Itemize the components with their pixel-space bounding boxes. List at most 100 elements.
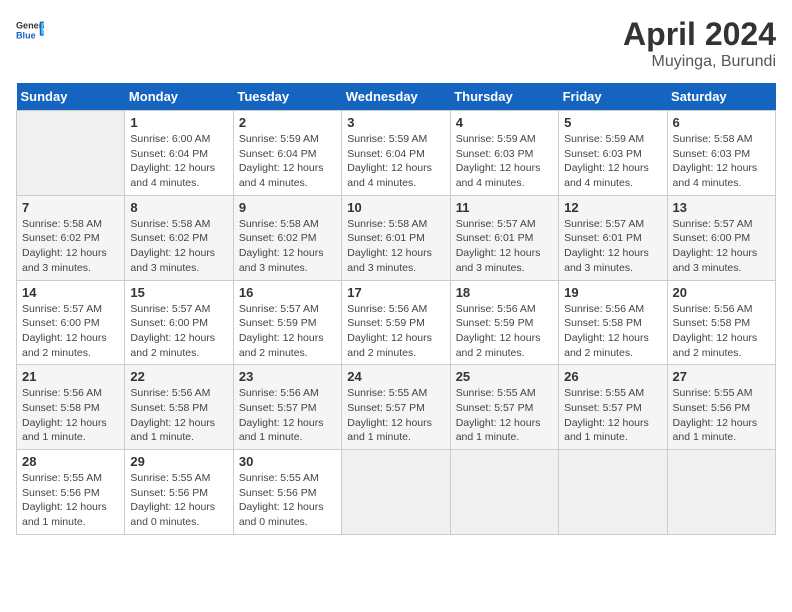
- calendar-cell: 28 Sunrise: 5:55 AMSunset: 5:56 PMDayligh…: [17, 450, 125, 535]
- day-info: Sunrise: 5:58 AMSunset: 6:02 PMDaylight:…: [130, 217, 227, 276]
- calendar-cell: 11 Sunrise: 5:57 AMSunset: 6:01 PMDayligh…: [450, 195, 558, 280]
- day-number: 1: [130, 115, 227, 130]
- day-info: Sunrise: 5:59 AMSunset: 6:04 PMDaylight:…: [347, 132, 444, 191]
- day-number: 3: [347, 115, 444, 130]
- calendar-cell: 9 Sunrise: 5:58 AMSunset: 6:02 PMDaylight…: [233, 195, 341, 280]
- day-info: Sunrise: 5:55 AMSunset: 5:56 PMDaylight:…: [22, 471, 119, 530]
- day-number: 26: [564, 369, 661, 384]
- day-info: Sunrise: 5:58 AMSunset: 6:02 PMDaylight:…: [22, 217, 119, 276]
- day-info: Sunrise: 5:55 AMSunset: 5:56 PMDaylight:…: [673, 386, 770, 445]
- day-number: 14: [22, 285, 119, 300]
- calendar-cell: 20 Sunrise: 5:56 AMSunset: 5:58 PMDayligh…: [667, 280, 775, 365]
- calendar-cell: [559, 450, 667, 535]
- day-number: 16: [239, 285, 336, 300]
- day-info: Sunrise: 5:57 AMSunset: 6:01 PMDaylight:…: [456, 217, 553, 276]
- day-info: Sunrise: 5:57 AMSunset: 5:59 PMDaylight:…: [239, 302, 336, 361]
- calendar-cell: 22 Sunrise: 5:56 AMSunset: 5:58 PMDayligh…: [125, 365, 233, 450]
- header-cell-saturday: Saturday: [667, 83, 775, 111]
- calendar-cell: [667, 450, 775, 535]
- calendar-cell: 17 Sunrise: 5:56 AMSunset: 5:59 PMDayligh…: [342, 280, 450, 365]
- week-row-4: 21Sunrise: 5:56 AMSunset: 5:58 PMDayligh…: [17, 365, 776, 450]
- day-number: 29: [130, 454, 227, 469]
- header-cell-tuesday: Tuesday: [233, 83, 341, 111]
- calendar-cell: 2 Sunrise: 5:59 AMSunset: 6:04 PMDaylight…: [233, 111, 341, 196]
- calendar-cell: 19 Sunrise: 5:56 AMSunset: 5:58 PMDayligh…: [559, 280, 667, 365]
- calendar-cell: 21Sunrise: 5:56 AMSunset: 5:58 PMDayligh…: [17, 365, 125, 450]
- calendar-cell: 18 Sunrise: 5:56 AMSunset: 5:59 PMDayligh…: [450, 280, 558, 365]
- day-info: Sunrise: 5:56 AMSunset: 5:57 PMDaylight:…: [239, 386, 336, 445]
- calendar-cell: 29 Sunrise: 5:55 AMSunset: 5:56 PMDayligh…: [125, 450, 233, 535]
- day-info: Sunrise: 5:59 AMSunset: 6:03 PMDaylight:…: [564, 132, 661, 191]
- calendar-cell: 7 Sunrise: 5:58 AMSunset: 6:02 PMDaylight…: [17, 195, 125, 280]
- day-number: 25: [456, 369, 553, 384]
- calendar-cell: 25Sunrise: 5:55 AMSunset: 5:57 PMDayligh…: [450, 365, 558, 450]
- day-info: Sunrise: 5:57 AMSunset: 6:00 PMDaylight:…: [22, 302, 119, 361]
- header-row: SundayMondayTuesdayWednesdayThursdayFrid…: [17, 83, 776, 111]
- calendar-cell: 24 Sunrise: 5:55 AMSunset: 5:57 PMDayligh…: [342, 365, 450, 450]
- calendar-cell: 23Sunrise: 5:56 AMSunset: 5:57 PMDayligh…: [233, 365, 341, 450]
- day-number: 20: [673, 285, 770, 300]
- header-cell-friday: Friday: [559, 83, 667, 111]
- day-info: Sunrise: 5:55 AMSunset: 5:56 PMDaylight:…: [239, 471, 336, 530]
- day-number: 24: [347, 369, 444, 384]
- week-row-3: 14 Sunrise: 5:57 AMSunset: 6:00 PMDayligh…: [17, 280, 776, 365]
- day-number: 5: [564, 115, 661, 130]
- week-row-5: 28 Sunrise: 5:55 AMSunset: 5:56 PMDayligh…: [17, 450, 776, 535]
- logo-icon: General Blue: [16, 16, 44, 44]
- day-info: Sunrise: 5:58 AMSunset: 6:01 PMDaylight:…: [347, 217, 444, 276]
- header: General Blue April 2024 Muyinga, Burundi: [16, 16, 776, 71]
- day-info: Sunrise: 5:56 AMSunset: 5:58 PMDaylight:…: [130, 386, 227, 445]
- day-info: Sunrise: 5:55 AMSunset: 5:57 PMDaylight:…: [564, 386, 661, 445]
- calendar-cell: 3 Sunrise: 5:59 AMSunset: 6:04 PMDaylight…: [342, 111, 450, 196]
- calendar-cell: 16 Sunrise: 5:57 AMSunset: 5:59 PMDayligh…: [233, 280, 341, 365]
- day-number: 27: [673, 369, 770, 384]
- day-info: Sunrise: 5:55 AMSunset: 5:56 PMDaylight:…: [130, 471, 227, 530]
- calendar-header: SundayMondayTuesdayWednesdayThursdayFrid…: [17, 83, 776, 111]
- calendar-cell: 10 Sunrise: 5:58 AMSunset: 6:01 PMDayligh…: [342, 195, 450, 280]
- logo: General Blue: [16, 16, 44, 44]
- day-number: 13: [673, 200, 770, 215]
- header-cell-sunday: Sunday: [17, 83, 125, 111]
- day-number: 17: [347, 285, 444, 300]
- calendar-cell: [342, 450, 450, 535]
- header-cell-thursday: Thursday: [450, 83, 558, 111]
- day-number: 19: [564, 285, 661, 300]
- calendar-cell: 13 Sunrise: 5:57 AMSunset: 6:00 PMDayligh…: [667, 195, 775, 280]
- calendar-cell: 4Sunrise: 5:59 AMSunset: 6:03 PMDaylight…: [450, 111, 558, 196]
- calendar-cell: 8Sunrise: 5:58 AMSunset: 6:02 PMDaylight…: [125, 195, 233, 280]
- day-info: Sunrise: 5:59 AMSunset: 6:04 PMDaylight:…: [239, 132, 336, 191]
- week-row-2: 7 Sunrise: 5:58 AMSunset: 6:02 PMDaylight…: [17, 195, 776, 280]
- calendar-cell: 5 Sunrise: 5:59 AMSunset: 6:03 PMDaylight…: [559, 111, 667, 196]
- day-number: 6: [673, 115, 770, 130]
- week-row-1: 1Sunrise: 6:00 AMSunset: 6:04 PMDaylight…: [17, 111, 776, 196]
- day-number: 18: [456, 285, 553, 300]
- day-info: Sunrise: 5:56 AMSunset: 5:58 PMDaylight:…: [673, 302, 770, 361]
- day-number: 2: [239, 115, 336, 130]
- header-cell-wednesday: Wednesday: [342, 83, 450, 111]
- calendar-cell: 27 Sunrise: 5:55 AMSunset: 5:56 PMDayligh…: [667, 365, 775, 450]
- day-info: Sunrise: 5:56 AMSunset: 5:58 PMDaylight:…: [564, 302, 661, 361]
- calendar-cell: [450, 450, 558, 535]
- day-info: Sunrise: 5:57 AMSunset: 6:00 PMDaylight:…: [673, 217, 770, 276]
- day-number: 28: [22, 454, 119, 469]
- day-info: Sunrise: 5:55 AMSunset: 5:57 PMDaylight:…: [347, 386, 444, 445]
- day-number: 11: [456, 200, 553, 215]
- calendar-cell: 1Sunrise: 6:00 AMSunset: 6:04 PMDaylight…: [125, 111, 233, 196]
- day-info: Sunrise: 5:56 AMSunset: 5:58 PMDaylight:…: [22, 386, 119, 445]
- day-info: Sunrise: 5:58 AMSunset: 6:03 PMDaylight:…: [673, 132, 770, 191]
- calendar-cell: 30 Sunrise: 5:55 AMSunset: 5:56 PMDayligh…: [233, 450, 341, 535]
- day-number: 30: [239, 454, 336, 469]
- calendar-cell: 14 Sunrise: 5:57 AMSunset: 6:00 PMDayligh…: [17, 280, 125, 365]
- day-number: 10: [347, 200, 444, 215]
- day-info: Sunrise: 5:58 AMSunset: 6:02 PMDaylight:…: [239, 217, 336, 276]
- subtitle: Muyinga, Burundi: [623, 53, 776, 71]
- day-number: 7: [22, 200, 119, 215]
- day-info: Sunrise: 5:57 AMSunset: 6:00 PMDaylight:…: [130, 302, 227, 361]
- main-title: April 2024: [623, 16, 776, 53]
- day-info: Sunrise: 5:56 AMSunset: 5:59 PMDaylight:…: [456, 302, 553, 361]
- day-number: 9: [239, 200, 336, 215]
- svg-text:Blue: Blue: [16, 30, 36, 40]
- day-number: 22: [130, 369, 227, 384]
- day-number: 4: [456, 115, 553, 130]
- day-info: Sunrise: 5:56 AMSunset: 5:59 PMDaylight:…: [347, 302, 444, 361]
